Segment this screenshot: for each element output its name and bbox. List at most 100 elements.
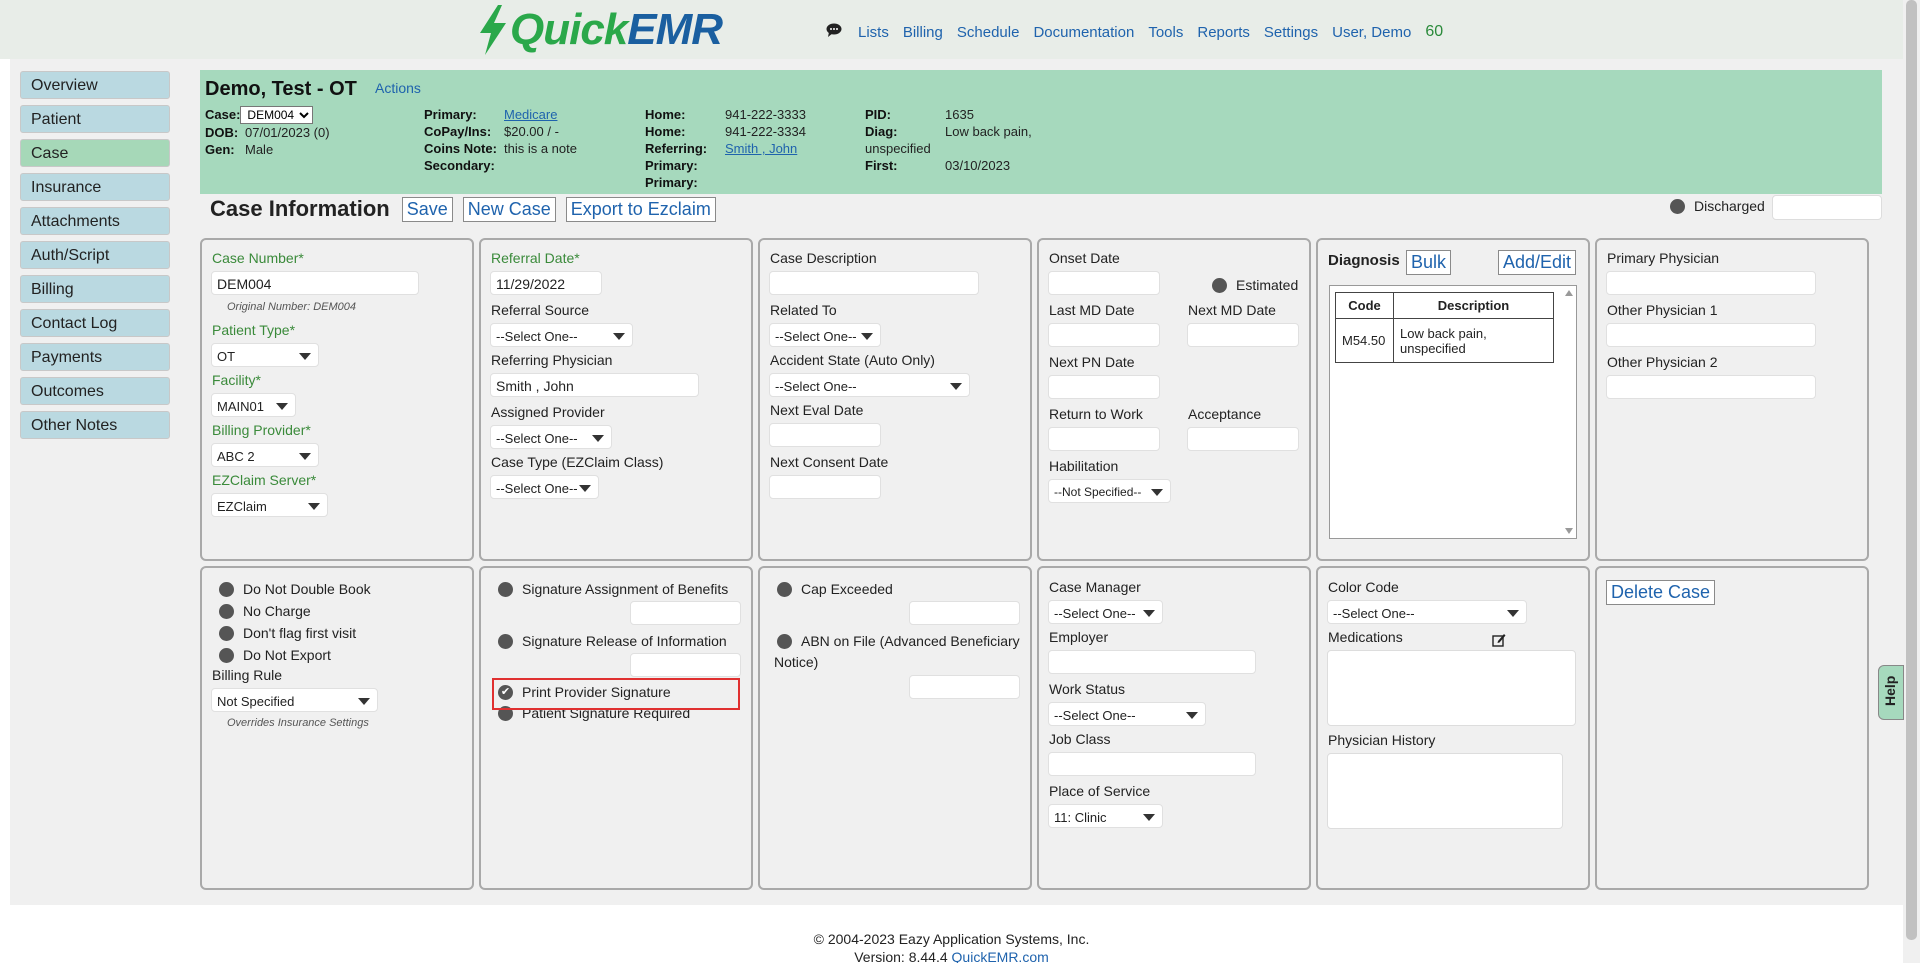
diagnosis-table: Code Description M54.50 Low back pain, un… [1335, 292, 1554, 363]
estimated-checkbox[interactable]: Estimated [1212, 277, 1298, 293]
referring-physician-input[interactable]: Smith , John [490, 373, 699, 397]
nav-reports[interactable]: Reports [1197, 24, 1250, 41]
color-code-select[interactable]: --Select One-- [1327, 600, 1527, 624]
nav-user[interactable]: User, Demo [1332, 24, 1411, 41]
assigned-provider-select[interactable]: --Select One-- [490, 425, 612, 449]
place-of-service-select[interactable]: 11: Clinic [1048, 804, 1163, 828]
habilitation-select[interactable]: --Not Specified-- [1048, 479, 1171, 503]
sidebar-item-auth-script[interactable]: Auth/Script [20, 241, 170, 269]
cap-exceeded-box[interactable] [777, 581, 792, 597]
quickemr-logo[interactable]: QuickEMR [476, 4, 723, 56]
nav-schedule[interactable]: Schedule [957, 24, 1020, 41]
other-physician-2-input[interactable] [1606, 375, 1816, 399]
nav-tools[interactable]: Tools [1148, 24, 1183, 41]
new-case-button[interactable]: New Case [462, 196, 556, 222]
add-edit-button[interactable]: Add/Edit [1498, 250, 1577, 275]
sidebar-item-insurance[interactable]: Insurance [20, 173, 170, 201]
discharged-date-input[interactable] [1772, 195, 1882, 220]
no-charge-box[interactable] [219, 603, 234, 619]
referring-physician-link[interactable]: Smith , John [725, 140, 797, 157]
cap-exceeded-date-input[interactable] [909, 601, 1020, 625]
next-eval-date-input[interactable] [769, 423, 881, 447]
other-physician-1-input[interactable] [1606, 323, 1816, 347]
signature-assignment-date-input[interactable] [630, 601, 741, 625]
employer-input[interactable] [1048, 650, 1256, 674]
onset-date-input[interactable] [1048, 271, 1160, 295]
signature-release-date-input[interactable] [630, 653, 741, 677]
signature-release-checkbox[interactable]: Signature Release of Information [498, 633, 727, 649]
do-not-double-book-checkbox[interactable]: Do Not Double Book [219, 581, 371, 597]
billing-rule-select[interactable]: Not Specified [211, 688, 378, 712]
do-not-double-book-box[interactable] [219, 581, 234, 597]
patient-type-select[interactable]: OT [211, 343, 319, 367]
scrollbar-thumb[interactable] [1906, 0, 1917, 940]
return-to-work-input[interactable] [1048, 427, 1160, 451]
scroll-up-icon[interactable] [1565, 290, 1573, 296]
sidebar-item-payments[interactable]: Payments [20, 343, 170, 371]
signature-assignment-box[interactable] [498, 581, 513, 597]
billing-provider-select[interactable]: ABC 2 [211, 443, 319, 467]
sidebar-item-case[interactable]: Case [20, 139, 170, 167]
actions-link[interactable]: Actions [375, 80, 421, 96]
sidebar-item-patient[interactable]: Patient [20, 105, 170, 133]
case-manager-select[interactable]: --Select One-- [1048, 600, 1163, 624]
save-button[interactable]: Save [401, 196, 453, 222]
dont-flag-first-visit-box[interactable] [219, 625, 234, 641]
sidebar-item-outcomes[interactable]: Outcomes [20, 377, 170, 405]
page-scrollbar[interactable] [1903, 0, 1920, 963]
lightning-bolt-icon [480, 5, 506, 55]
nav-documentation[interactable]: Documentation [1033, 24, 1134, 41]
sidebar-item-other-notes[interactable]: Other Notes [20, 411, 170, 439]
next-md-date-input[interactable] [1187, 323, 1299, 347]
scroll-down-icon[interactable] [1565, 528, 1573, 534]
nav-billing[interactable]: Billing [903, 24, 943, 41]
delete-case-button[interactable]: Delete Case [1606, 580, 1716, 605]
chat-bubble-icon[interactable] [826, 23, 842, 41]
work-status-select[interactable]: --Select One-- [1048, 702, 1206, 726]
export-ezclaim-button[interactable]: Export to Ezclaim [565, 196, 716, 222]
quickemr-site-link[interactable]: QuickEMR.com [952, 949, 1049, 963]
accident-state-select[interactable]: --Select One-- [769, 373, 970, 397]
case-description-input[interactable] [769, 271, 979, 295]
bulk-button[interactable]: Bulk [1406, 250, 1452, 275]
abn-on-file-date-input[interactable] [909, 675, 1020, 699]
signature-assignment-checkbox[interactable]: Signature Assignment of Benefits [498, 581, 728, 597]
edit-note-icon[interactable] [1492, 633, 1506, 647]
do-not-export-box[interactable] [219, 647, 234, 663]
case-type-select[interactable]: --Select One-- [490, 475, 599, 499]
sidebar-item-attachments[interactable]: Attachments [20, 207, 170, 235]
case-select[interactable]: DEM004 [240, 106, 314, 124]
medications-textarea[interactable] [1327, 650, 1576, 726]
acceptance-input[interactable] [1187, 427, 1299, 451]
discharged-checkbox-box[interactable] [1670, 198, 1685, 214]
sidebar-item-contact-log[interactable]: Contact Log [20, 309, 170, 337]
next-consent-date-input[interactable] [769, 475, 881, 499]
physician-history-textarea[interactable] [1327, 753, 1563, 829]
job-class-input[interactable] [1048, 752, 1256, 776]
sidebar-item-billing[interactable]: Billing [20, 275, 170, 303]
do-not-export-checkbox[interactable]: Do Not Export [219, 647, 331, 663]
referral-source-select[interactable]: --Select One-- [490, 323, 633, 347]
primary-insurance-link[interactable]: Medicare [504, 106, 557, 123]
dont-flag-first-visit-checkbox[interactable]: Don't flag first visit [219, 625, 356, 641]
table-row[interactable]: M54.50 Low back pain, unspecified [1335, 318, 1554, 363]
no-charge-checkbox[interactable]: No Charge [219, 603, 311, 619]
signature-release-box[interactable] [498, 633, 513, 649]
abn-on-file-checkbox[interactable]: ABN on File (Advanced Beneficiary [777, 633, 1020, 649]
next-pn-date-input[interactable] [1048, 375, 1160, 399]
sidebar-item-overview[interactable]: Overview [20, 71, 170, 99]
nav-settings[interactable]: Settings [1264, 24, 1318, 41]
discharged-checkbox[interactable]: Discharged [1670, 198, 1765, 214]
help-tab[interactable]: Help [1878, 665, 1904, 720]
case-number-input[interactable]: DEM004 [211, 271, 419, 295]
facility-select[interactable]: MAIN01 [211, 393, 296, 417]
cap-exceeded-checkbox[interactable]: Cap Exceeded [777, 581, 893, 597]
abn-on-file-box[interactable] [777, 633, 792, 649]
referral-date-input[interactable]: 11/29/2022 [490, 271, 602, 295]
related-to-select[interactable]: --Select One-- [769, 323, 881, 347]
primary-physician-input[interactable] [1606, 271, 1816, 295]
nav-lists[interactable]: Lists [858, 24, 889, 41]
last-md-date-input[interactable] [1048, 323, 1160, 347]
ezclaim-server-select[interactable]: EZClaim [211, 493, 328, 517]
estimated-checkbox-box[interactable] [1212, 277, 1227, 293]
